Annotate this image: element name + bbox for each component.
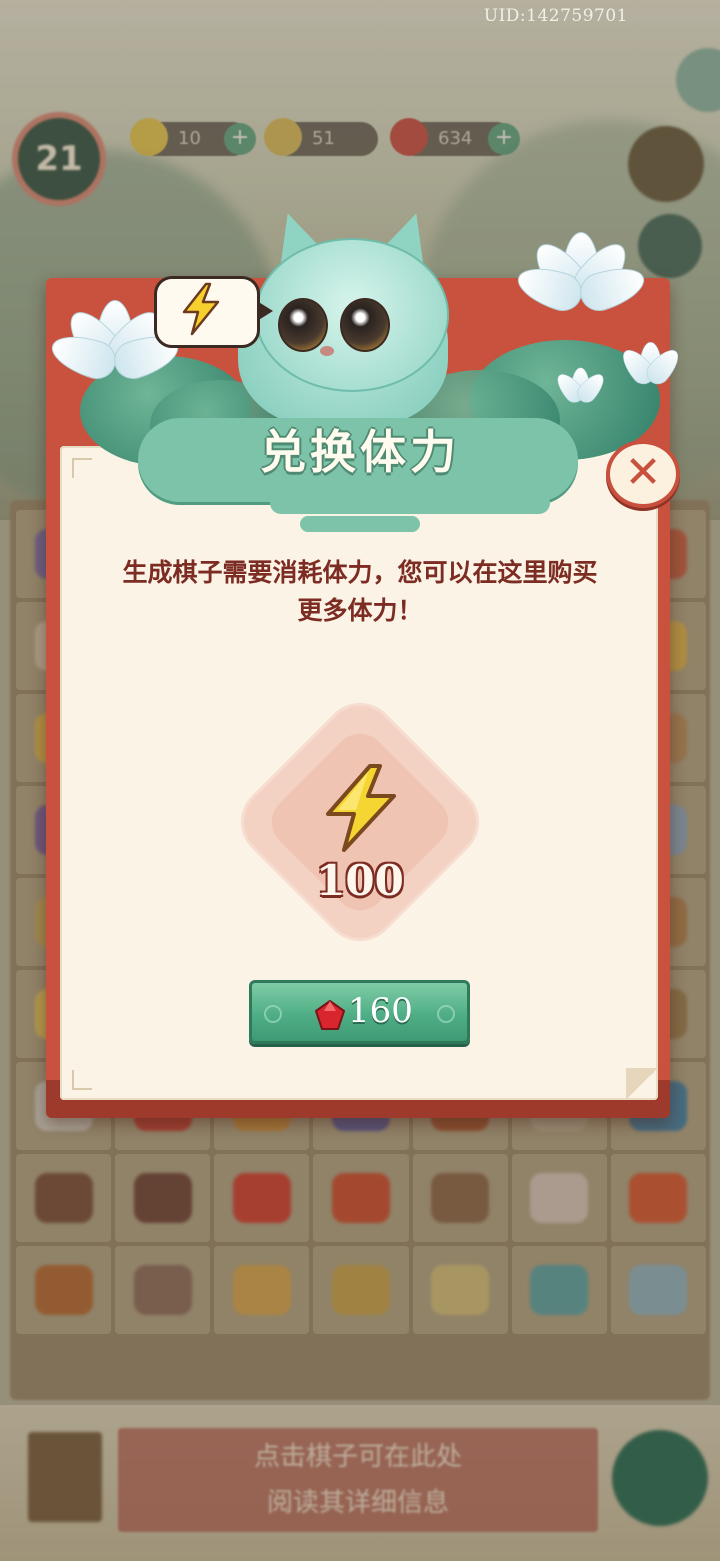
lotus-flower-icon	[614, 342, 686, 408]
buy-energy-button[interactable]: 160	[249, 980, 470, 1044]
lotus-flower-icon	[550, 367, 610, 423]
lightning-bolt-icon	[326, 764, 396, 852]
reward-amount: 100	[316, 856, 404, 905]
close-button[interactable]: ✕	[606, 440, 680, 508]
red-gem-icon	[315, 1000, 345, 1030]
dialog-title: 兑换体力	[260, 425, 460, 479]
price-label: 160	[348, 991, 413, 1031]
uid-label: UID:142759701	[483, 6, 628, 26]
close-x-icon: ✕	[624, 447, 662, 498]
dialog-description: 生成棋子需要消耗体力，您可以在这里购买 更多体力！	[122, 558, 598, 625]
lotus-flower-icon	[512, 232, 650, 342]
lightning-bolt-icon	[182, 282, 220, 336]
